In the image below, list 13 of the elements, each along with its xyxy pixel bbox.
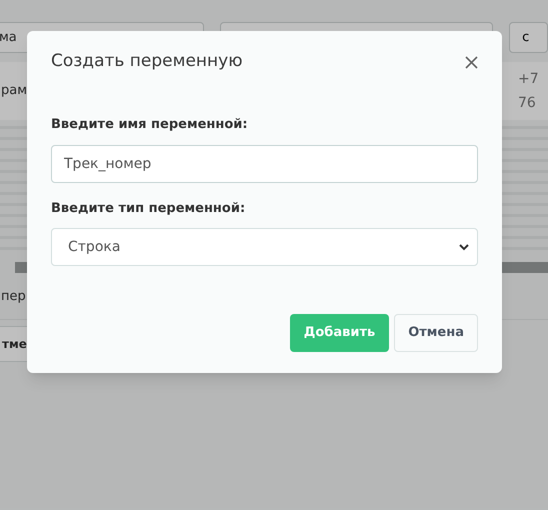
action-button[interactable]: с (509, 22, 548, 53)
label-text: пер (1, 288, 26, 306)
cancel-button[interactable]: Отмена (394, 314, 478, 352)
field-label: Введите имя переменной: (51, 116, 249, 134)
phone-text: +7 (518, 70, 540, 89)
table-cell-text: рам (1, 82, 28, 100)
chevron-down-icon (459, 244, 469, 250)
name-input[interactable]: Трек_номер (51, 144, 478, 182)
close-icon[interactable] (465, 56, 478, 68)
dialog-title: Создать переменную (51, 50, 243, 74)
type-select[interactable]: Строка (51, 228, 478, 266)
field-label: Введите тип переменной: (51, 200, 246, 218)
phone-text: 76 (518, 94, 537, 113)
